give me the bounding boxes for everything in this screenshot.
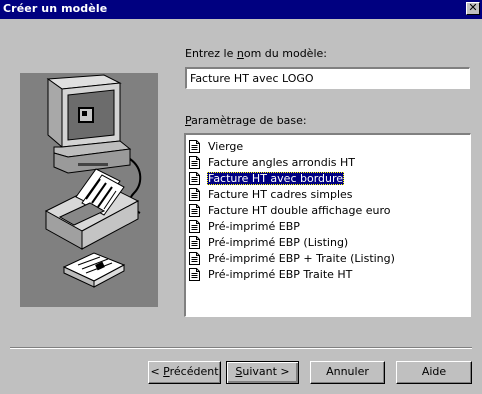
document-icon xyxy=(189,235,200,249)
list-item[interactable]: Pré-imprimé EBP + Traite (Listing) xyxy=(186,250,470,266)
create-template-dialog: Créer un modèle ✕ Entrez le nom du modèl… xyxy=(0,0,482,394)
previous-button[interactable]: < Précédent xyxy=(148,361,221,384)
computer-printer-icon xyxy=(44,74,142,288)
document-icon xyxy=(189,219,200,233)
list-item[interactable]: Facture angles arrondis HT xyxy=(186,154,470,170)
computer-printer-illustration xyxy=(20,73,158,307)
cancel-button[interactable]: Annuler xyxy=(310,361,385,384)
document-icon xyxy=(189,139,200,153)
template-name-input[interactable] xyxy=(185,67,470,89)
list-item-label: Facture HT double affichage euro xyxy=(208,203,391,217)
list-item-label: Pré-imprimé EBP + Traite (Listing) xyxy=(208,251,395,265)
list-item[interactable]: Pré-imprimé EBP xyxy=(186,218,470,234)
next-button[interactable]: Suivant > xyxy=(226,361,299,384)
list-item[interactable]: Facture HT double affichage euro xyxy=(186,202,470,218)
list-item[interactable]: Vierge xyxy=(186,138,470,154)
list-item[interactable]: Pré-imprimé EBP (Listing) xyxy=(186,234,470,250)
list-item[interactable]: Facture HT cadres simples xyxy=(186,186,470,202)
list-item-label: Vierge xyxy=(208,139,244,153)
close-icon: ✕ xyxy=(468,1,478,14)
list-item-label: Facture angles arrondis HT xyxy=(208,155,355,169)
list-item-label: Pré-imprimé EBP Traite HT xyxy=(208,267,353,281)
list-item-label: Facture HT cadres simples xyxy=(208,187,353,201)
document-icon xyxy=(189,155,200,169)
document-icon xyxy=(189,251,200,265)
close-button[interactable]: ✕ xyxy=(466,2,480,15)
list-item-label: Pré-imprimé EBP xyxy=(208,219,300,233)
document-icon xyxy=(189,171,200,185)
window-title: Créer un modèle xyxy=(3,2,108,15)
title-bar: Créer un modèle ✕ xyxy=(0,0,482,19)
list-item[interactable]: Pré-imprimé EBP Traite HT xyxy=(186,266,470,282)
document-icon xyxy=(189,187,200,201)
list-item[interactable]: Facture HT avec bordure xyxy=(186,170,470,186)
base-settings-label: Paramètrage de base: xyxy=(185,114,307,127)
separator xyxy=(10,347,472,349)
list-item-label: Pré-imprimé EBP (Listing) xyxy=(208,235,349,249)
base-template-list[interactable]: Vierge Facture angles arrondis HT Facture … xyxy=(184,133,471,317)
list-item-label: Facture HT avec bordure xyxy=(207,171,345,185)
help-button[interactable]: Aide xyxy=(396,361,472,384)
document-icon xyxy=(189,203,200,217)
name-field-label: Entrez le nom du modèle: xyxy=(185,47,327,60)
document-icon xyxy=(189,267,200,281)
